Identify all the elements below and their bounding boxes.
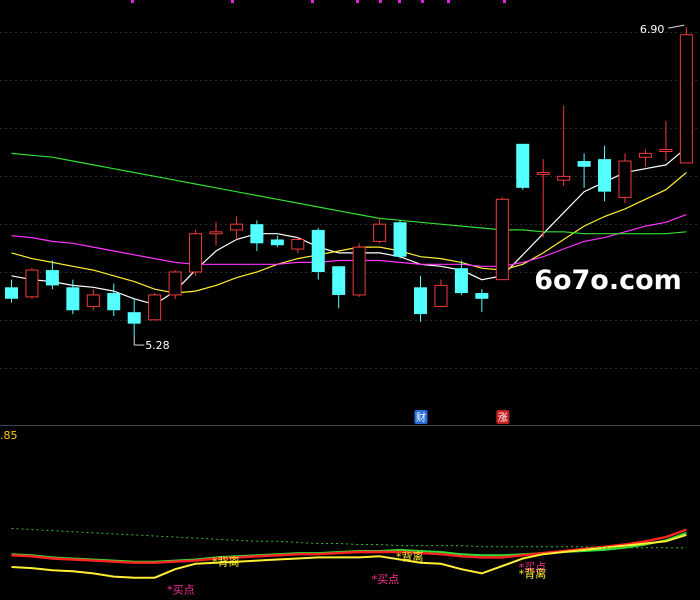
candle-body-up: [352, 246, 366, 296]
candle-body-down: [577, 161, 591, 167]
indicator-signal-label: *背离: [396, 549, 424, 563]
candle-body-up: [291, 238, 305, 250]
candle-body-up: [659, 149, 673, 152]
candle-body-down: [270, 239, 284, 246]
candle-body-up: [229, 223, 243, 231]
top-tick-mark: [379, 0, 382, 3]
candle-body-up: [679, 34, 693, 164]
candle-body-up: [557, 175, 571, 181]
top-tick-mark: [447, 0, 450, 3]
candle-body-down: [454, 268, 468, 294]
top-tick-mark: [131, 0, 134, 3]
candle-body-up: [209, 231, 223, 235]
stock-chart: 6.905.28 财涨 6o7o.com .85 *买点*背离*买点*背离*买点…: [0, 0, 700, 600]
indicator-signal-label: *背离: [212, 555, 240, 569]
candle-body-up: [618, 160, 632, 198]
event-badge-label: 财: [416, 411, 426, 424]
candle-body-up: [495, 198, 509, 281]
candle-body-down: [66, 287, 80, 311]
candle-body-up: [168, 271, 182, 296]
candle-body-down: [250, 224, 264, 244]
candle-body-up: [638, 152, 652, 158]
indicator-signal-label: *买点: [372, 573, 400, 586]
candle: [148, 293, 162, 321]
candle: [189, 229, 203, 276]
candle-body-up: [373, 223, 387, 242]
candle-body-down: [107, 293, 121, 311]
top-tick-mark: [503, 0, 506, 3]
candle-body-up: [148, 294, 162, 321]
candle: [679, 27, 693, 164]
candle-body-up: [536, 172, 550, 175]
candle-body-down: [475, 293, 489, 299]
indicator-signal-label: *背离: [519, 566, 547, 580]
candle: [352, 243, 366, 297]
top-tick-mark: [311, 0, 314, 3]
candle: [618, 153, 632, 204]
candle: [168, 270, 182, 299]
candle-body-up: [25, 269, 39, 298]
candle-body-down: [598, 159, 612, 192]
top-tick-mark: [356, 0, 359, 3]
indicator-axis-value: .85: [0, 429, 18, 442]
candle-body-up: [189, 233, 203, 273]
candle: [311, 228, 325, 280]
low-price-label: 5.28: [145, 339, 170, 352]
candle-body-down: [45, 270, 59, 286]
candle: [393, 220, 407, 259]
candle-body-down: [516, 143, 530, 188]
candle: [25, 268, 39, 299]
candle-body-down: [311, 229, 325, 272]
candle-body-down: [127, 312, 141, 324]
top-tick-mark: [421, 0, 424, 3]
indicator-signal-label: *买点: [167, 584, 195, 597]
chart-background: [0, 0, 700, 600]
event-badge-label: 涨: [498, 412, 508, 424]
watermark-text: 6o7o.com: [534, 265, 682, 296]
candle: [516, 143, 530, 190]
top-tick-mark: [398, 0, 401, 3]
candle-body-down: [332, 266, 346, 295]
candle-body-down: [414, 287, 427, 315]
high-price-label: 6.90: [640, 23, 665, 36]
candle-body-down: [5, 287, 18, 299]
top-tick-mark: [231, 0, 234, 3]
candle-body-up: [434, 284, 448, 307]
candle: [495, 197, 509, 281]
candle-body-down: [393, 222, 407, 257]
candle-body-up: [86, 294, 100, 307]
